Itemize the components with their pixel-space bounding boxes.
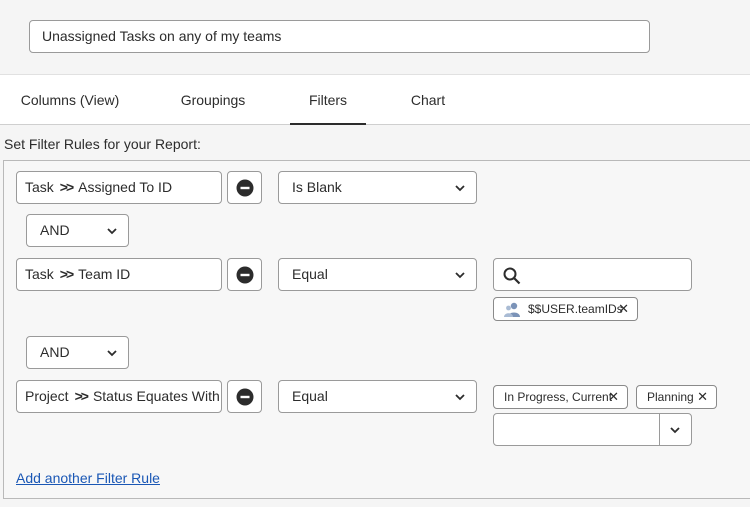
tab-chart[interactable]: Chart xyxy=(400,75,456,125)
rule-2-operator-select[interactable]: Equal xyxy=(278,258,477,291)
chevron-down-icon xyxy=(107,228,117,235)
combobox-divider xyxy=(659,414,660,445)
rule-3-operator-value: Equal xyxy=(292,388,328,404)
add-filter-rule-link[interactable]: Add another Filter Rule xyxy=(16,470,160,486)
chevron-down-icon[interactable] xyxy=(669,424,681,436)
conjunction-value-2: AND xyxy=(40,344,70,360)
rule-3-operator-select[interactable]: Equal xyxy=(278,380,477,413)
close-icon[interactable]: ✕ xyxy=(618,298,629,320)
chevron-down-icon xyxy=(455,272,465,279)
rule-2-remove-button[interactable] xyxy=(227,258,262,291)
rule-2-field: Team ID xyxy=(78,266,131,282)
rule-3-remove-button[interactable] xyxy=(227,380,262,413)
rule-1-field-selector[interactable]: Task >> Assigned To ID xyxy=(16,171,222,204)
tab-filters[interactable]: Filters xyxy=(290,75,366,125)
chevron-down-icon xyxy=(107,350,117,357)
rule-3-field-selector[interactable]: Project >> Status Equates With xyxy=(16,380,222,413)
close-icon[interactable]: ✕ xyxy=(608,386,619,408)
rule-1-remove-button[interactable] xyxy=(227,171,262,204)
rule-2-value-tag: $$USER.teamIDs ✕ xyxy=(493,297,638,321)
tab-bar: Columns (View) Groupings Filters Chart xyxy=(0,74,750,125)
chevron-down-icon xyxy=(455,185,465,192)
rule-2-value-tag-label: $$USER.teamIDs xyxy=(528,302,623,316)
rule-3-value-tag-1-label: In Progress, Current xyxy=(504,390,613,404)
rule-1-operator-select[interactable]: Is Blank xyxy=(278,171,477,204)
filter-rules-panel xyxy=(3,160,750,499)
minus-circle-icon xyxy=(236,388,254,406)
double-chevron-right-icon: >> xyxy=(74,388,89,404)
double-chevron-right-icon: >> xyxy=(59,266,74,282)
close-icon[interactable]: ✕ xyxy=(697,386,708,408)
minus-circle-icon xyxy=(236,266,254,284)
search-icon xyxy=(503,267,521,285)
section-label: Set Filter Rules for your Report: xyxy=(4,136,201,152)
user-icon xyxy=(504,302,520,317)
rule-1-operator-value: Is Blank xyxy=(292,179,342,195)
conjunction-select-2[interactable]: AND xyxy=(26,336,129,369)
rule-1-field: Assigned To ID xyxy=(78,179,173,195)
tab-groupings[interactable]: Groupings xyxy=(170,75,256,125)
report-header: Unassigned Tasks on any of my teams xyxy=(0,0,750,74)
rule-2-field-selector[interactable]: Task >> Team ID xyxy=(16,258,222,291)
rule-2-value-search-input[interactable] xyxy=(493,258,692,291)
conjunction-value-1: AND xyxy=(40,222,70,238)
rule-2-operator-value: Equal xyxy=(292,266,328,282)
conjunction-select-1[interactable]: AND xyxy=(26,214,129,247)
double-chevron-right-icon: >> xyxy=(59,179,74,195)
minus-circle-icon xyxy=(236,179,254,197)
rule-3-value-combobox[interactable] xyxy=(493,413,692,446)
rule-3-object: Project xyxy=(25,388,69,404)
rule-3-field: Status Equates With xyxy=(92,388,220,404)
tab-columns-view[interactable]: Columns (View) xyxy=(10,75,130,125)
rule-2-object: Task xyxy=(25,266,54,282)
rule-3-value-tag-2: Planning ✕ xyxy=(636,385,717,409)
rule-3-value-tag-1: In Progress, Current ✕ xyxy=(493,385,628,409)
rule-1-object: Task xyxy=(25,179,54,195)
report-name-input[interactable]: Unassigned Tasks on any of my teams xyxy=(29,20,650,53)
rule-3-value-tag-2-label: Planning xyxy=(647,390,694,404)
chevron-down-icon xyxy=(455,394,465,401)
